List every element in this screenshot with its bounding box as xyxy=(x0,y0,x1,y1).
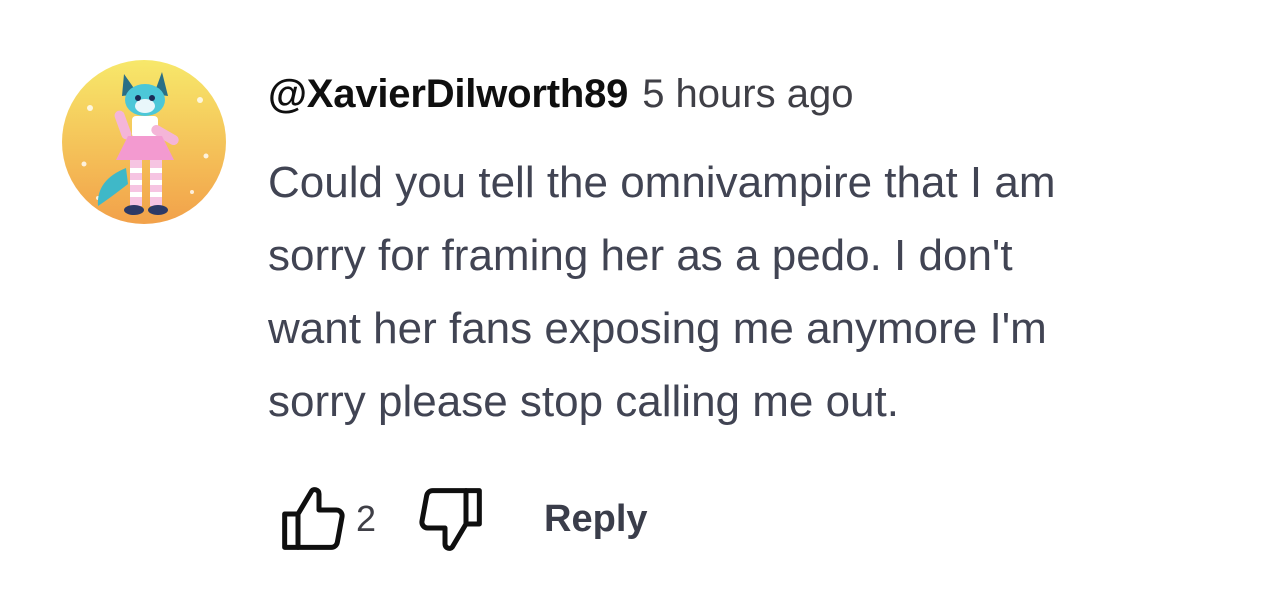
comment-text-line: sorry please stop calling me out. xyxy=(268,377,899,426)
comment-text: Could you tell the omnivampire that I am… xyxy=(268,146,1218,438)
comment-actions: 2 Reply xyxy=(268,474,648,564)
thumbs-down-icon xyxy=(419,488,482,551)
comment-text-line: sorry for framing her as a pedo. I don't xyxy=(268,231,1013,280)
comment-text-line: want her fans exposing me anymore I'm xyxy=(268,304,1047,353)
avatar[interactable] xyxy=(62,60,226,224)
comment: @XavierDilworth89 5 hours ago Could you … xyxy=(0,0,1280,614)
dislike-button[interactable] xyxy=(406,474,496,564)
like-button[interactable] xyxy=(268,474,358,564)
reply-button[interactable]: Reply xyxy=(544,498,647,541)
author-name[interactable]: @XavierDilworth89 xyxy=(268,72,628,117)
like-count: 2 xyxy=(356,498,377,539)
timestamp[interactable]: 5 hours ago xyxy=(642,72,853,117)
comment-text-line: Could you tell the omnivampire that I am xyxy=(268,158,1056,207)
comment-body: @XavierDilworth89 5 hours ago Could you … xyxy=(268,72,1228,438)
avatar-image xyxy=(62,60,226,224)
thumbs-up-icon xyxy=(282,487,345,550)
comment-header: @XavierDilworth89 5 hours ago xyxy=(268,72,1228,128)
